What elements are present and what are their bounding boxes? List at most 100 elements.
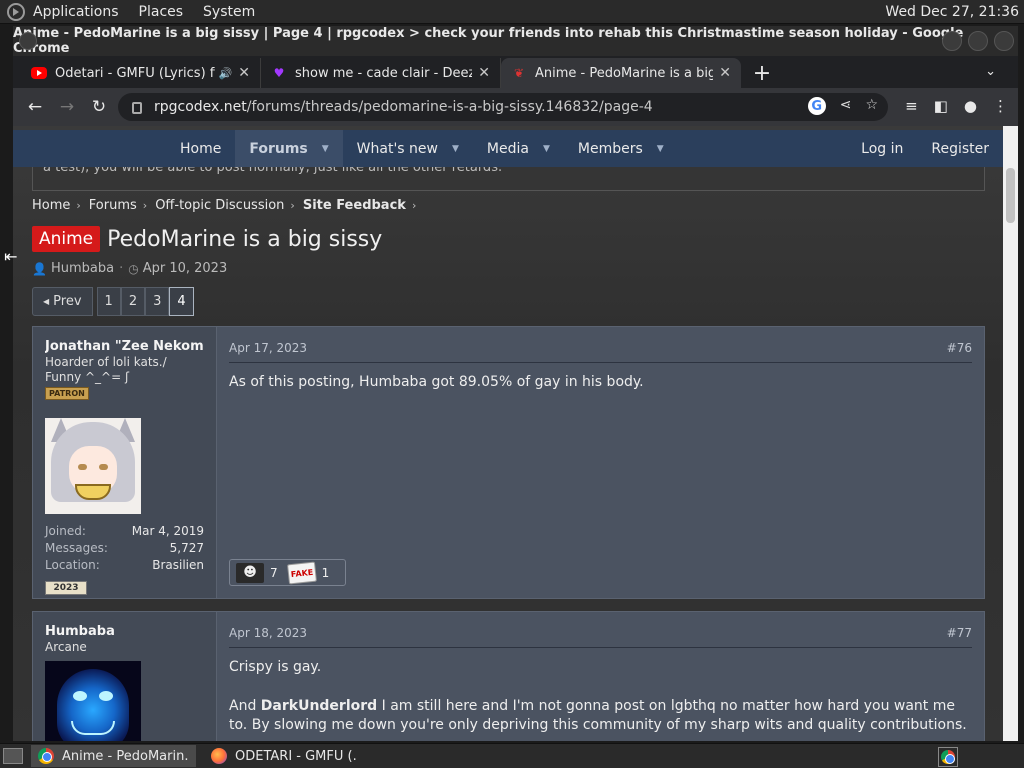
bookmark-star-icon[interactable]: ☆ (865, 97, 878, 115)
task-label: Anime - PedoMarin... (62, 748, 189, 764)
register-link[interactable]: Register (917, 130, 1003, 167)
nav-whats-new[interactable]: What's new ▼ (343, 130, 473, 167)
page-4-button[interactable]: 4 (169, 287, 194, 316)
profile-icon[interactable]: ● (964, 97, 977, 115)
taskbar-chrome-window[interactable]: Anime - PedoMarin... (31, 745, 196, 767)
tab-deezer[interactable]: ♥ show me - cade clair - Deezer ✕ (261, 58, 501, 88)
chevron-down-icon[interactable]: ▼ (322, 144, 329, 154)
forward-button[interactable]: → (53, 93, 81, 121)
tab-search-chevron-icon[interactable]: ⌄ (985, 64, 996, 79)
clock-icon: ◷ (128, 261, 139, 276)
thread-author[interactable]: Humbaba (51, 261, 114, 276)
window-menu-icon[interactable] (19, 32, 37, 50)
fake-news-reaction-icon[interactable]: FAKE (286, 561, 317, 584)
message-cell: Apr 18, 2023 #77 Crispy is gay. And Dark… (229, 612, 972, 741)
media-controls-icon[interactable]: ≡ (905, 97, 918, 115)
minimize-button[interactable] (942, 31, 962, 51)
post-username[interactable]: Jonathan "Zee Nekomimi (45, 339, 204, 354)
post-77: Humbaba Arcane Apr 18, 2023 #77 Crispy i… (32, 611, 985, 741)
gnome-foot-icon[interactable] (7, 2, 25, 21)
avatar[interactable] (45, 661, 141, 741)
tab-youtube[interactable]: Odetari - GMFU (Lyrics) ft 🔊 ✕ (21, 58, 261, 88)
nav-members[interactable]: Members ▼ (564, 130, 678, 167)
user-stats: Joined: Mar 4, 2019 Messages: 5,727 Locati… (45, 524, 204, 575)
location-label: Location: (45, 558, 100, 572)
chevron-left-icon: ◀ (43, 297, 50, 306)
places-menu[interactable]: Places (139, 4, 184, 20)
post-date[interactable]: Apr 17, 2023 (229, 341, 307, 355)
chevron-down-icon[interactable]: ▼ (657, 144, 664, 154)
tab-label: show me - cade clair - Deezer (295, 65, 473, 81)
task-label: ODETARI - GMFU (... (235, 748, 357, 764)
page-3-button[interactable]: 3 (145, 287, 170, 316)
breadcrumb-home[interactable]: Home (32, 198, 70, 213)
maximize-button[interactable] (968, 31, 988, 51)
prev-page-button[interactable]: ◀ Prev (32, 287, 93, 316)
notice-text: a test), you will be able to post normal… (43, 167, 503, 175)
share-icon[interactable]: ⋖ (840, 97, 852, 115)
user-icon: 👤 (32, 261, 47, 276)
address-bar[interactable]: rpgcodex.net/forums/threads/pedomarine-i… (118, 93, 888, 121)
scrollbar-thumb[interactable] (1006, 168, 1015, 223)
nav-forums-label: Forums (249, 140, 308, 157)
reload-button[interactable]: ↻ (85, 93, 113, 121)
reactions-bar[interactable]: ☻ 7 FAKE 1 (229, 559, 347, 586)
window-titlebar[interactable]: Anime - PedoMarine is a big sissy | Page… (13, 26, 1018, 56)
post-date[interactable]: Apr 18, 2023 (229, 626, 307, 640)
system-menu[interactable]: System (203, 4, 255, 20)
show-desktop-icon[interactable] (3, 748, 23, 764)
new-tab-button[interactable]: + (747, 58, 777, 88)
location-value[interactable]: Brasilien (152, 558, 204, 575)
messages-label: Messages: (45, 541, 108, 555)
side-panel-icon[interactable]: ◧ (934, 97, 948, 115)
close-tab-icon[interactable]: ✕ (478, 65, 490, 81)
mention-darkunderlord[interactable]: DarkUnderlord (261, 698, 377, 714)
page-1-button[interactable]: 1 (96, 287, 121, 316)
joined-value: Mar 4, 2019 (131, 524, 204, 538)
nav-media[interactable]: Media ▼ (473, 130, 564, 167)
back-button[interactable]: ← (21, 93, 49, 121)
tab-rpgcodex[interactable]: ❦ Anime - PedoMarine is a big sissy ✕ (501, 58, 741, 88)
messages-value[interactable]: 5,727 (170, 541, 204, 558)
nav-home[interactable]: Home (166, 130, 235, 167)
menu-kebab-icon[interactable]: ⋮ (993, 97, 1008, 115)
speaker-icon[interactable]: 🔊 (219, 67, 233, 80)
lock-icon[interactable] (132, 102, 142, 114)
chevron-right-icon: › (411, 199, 417, 212)
breadcrumb-site-feedback[interactable]: Site Feedback (303, 198, 406, 213)
tab-strip: Odetari - GMFU (Lyrics) ft 🔊 ✕ ♥ show me… (13, 56, 1018, 88)
deezer-heart-icon: ♥ (273, 66, 285, 80)
post-76: Jonathan "Zee Nekomimi Hoarder of loli k… (32, 326, 985, 599)
thread-title: Anime PedoMarine is a big sissy (32, 226, 382, 252)
post-number[interactable]: #76 (947, 341, 972, 355)
chevron-down-icon[interactable]: ▼ (452, 144, 459, 154)
trophy-badge[interactable]: 2023 (45, 581, 87, 595)
google-lens-icon[interactable]: G (807, 97, 826, 115)
close-tab-icon[interactable]: ✕ (238, 65, 250, 81)
close-tab-icon[interactable]: ✕ (719, 65, 731, 81)
tray-chrome-icon[interactable] (938, 747, 958, 767)
moe-reaction-icon[interactable]: ☻ (236, 562, 264, 583)
page-2-button[interactable]: 2 (120, 287, 146, 316)
taskbar-firefox-window[interactable]: ODETARI - GMFU (... (204, 745, 364, 767)
thread-date[interactable]: Apr 10, 2023 (143, 261, 228, 276)
tab-label: Odetari - GMFU (Lyrics) ft (55, 65, 215, 81)
page-scrollbar[interactable] (1003, 126, 1018, 741)
thread-prefix[interactable]: Anime (32, 226, 101, 252)
nav-forums[interactable]: Forums ▼ (235, 130, 343, 167)
login-link[interactable]: Log in (847, 130, 917, 167)
thread-meta: 👤 Humbaba · ◷ Apr 10, 2023 (32, 261, 228, 276)
post-username[interactable]: Humbaba (45, 624, 204, 639)
window-title: Anime - PedoMarine is a big sissy | Page… (13, 26, 964, 56)
avatar[interactable] (45, 418, 141, 514)
breadcrumb-forums[interactable]: Forums (89, 198, 137, 213)
breadcrumb: Home › Forums › Off-topic Discussion › Site… (32, 198, 424, 213)
text-fragment: And (229, 698, 261, 714)
breadcrumb-off-topic[interactable]: Off-topic Discussion (155, 198, 284, 213)
clock[interactable]: Wed Dec 27, 21:36 (885, 4, 1019, 20)
post-number[interactable]: #77 (947, 626, 972, 640)
chrome-icon (38, 748, 54, 764)
applications-menu[interactable]: Applications (33, 4, 119, 20)
chevron-down-icon[interactable]: ▼ (543, 144, 550, 154)
close-window-button[interactable] (994, 31, 1014, 51)
